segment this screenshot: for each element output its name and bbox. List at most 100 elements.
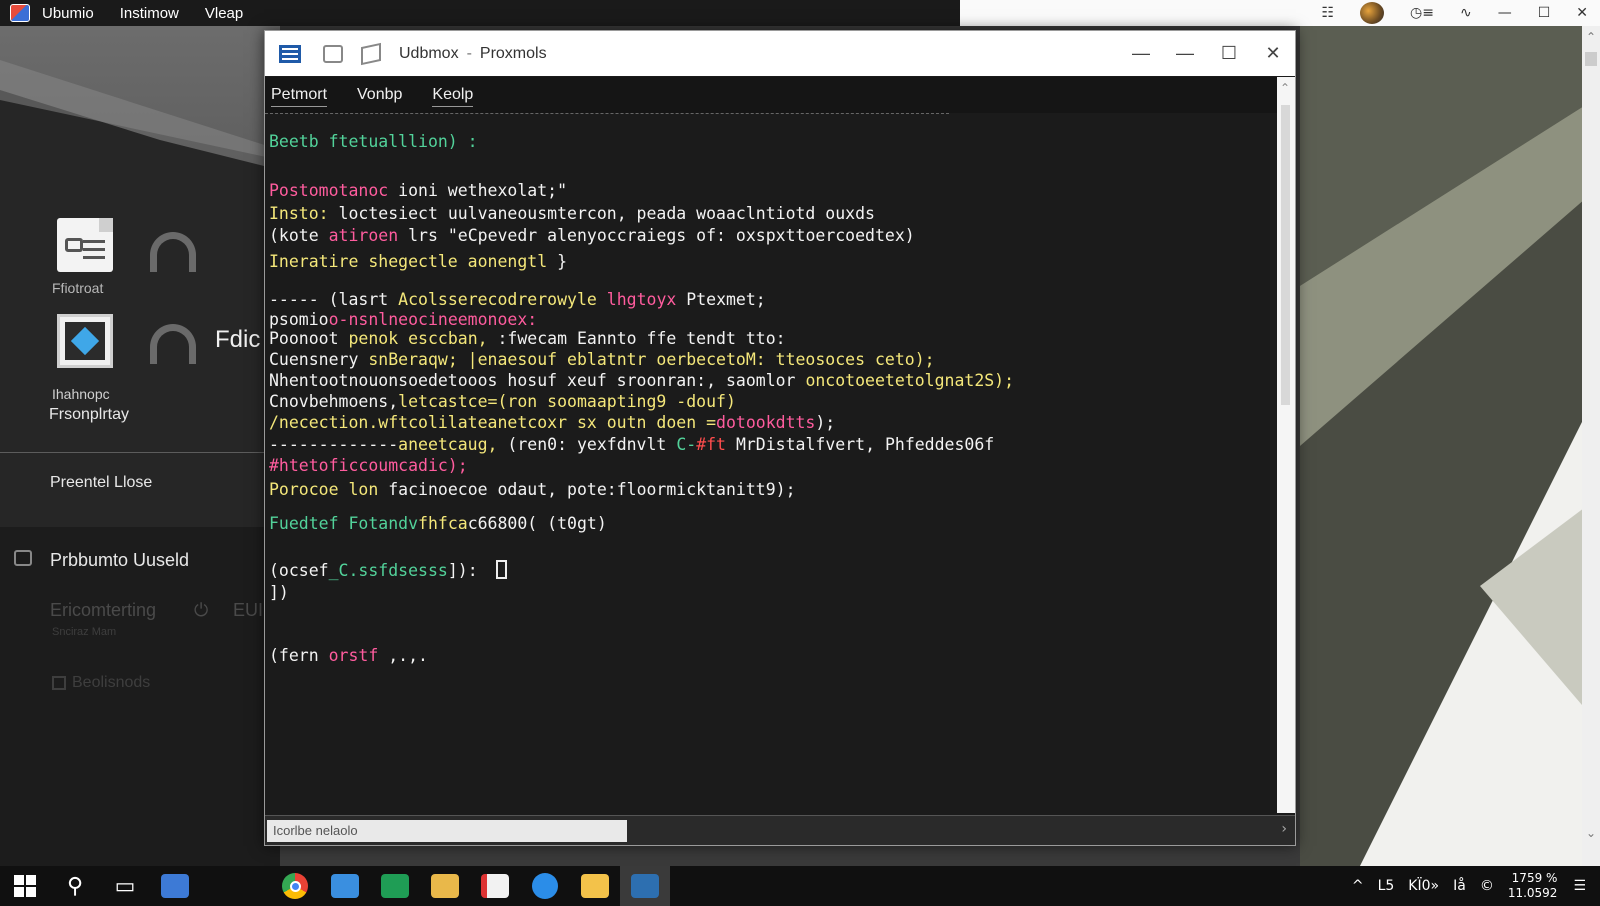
document-icon[interactable]: [470, 866, 520, 906]
clock[interactable]: 1759 % 11.0592: [1508, 871, 1558, 901]
window-subtitle: Proxmols: [479, 44, 547, 62]
avatar-icon[interactable]: [1360, 2, 1385, 24]
dim-checkbox[interactable]: [52, 676, 66, 690]
clock-time: 1759 %: [1511, 871, 1558, 885]
maximize-icon[interactable]: ☐: [1538, 5, 1551, 21]
terminal-text: }: [547, 252, 568, 271]
terminal-line: Porocoe lon facinoecoe odaut, pote:floor…: [269, 479, 796, 500]
terminal-text: ,.,.: [378, 646, 428, 665]
chrome-icon[interactable]: [270, 866, 320, 906]
sheets-icon[interactable]: [370, 866, 420, 906]
terminal-text: Ineratire shegectle aonengtl: [269, 252, 548, 271]
task-view-icon[interactable]: ▭: [100, 866, 150, 906]
window-controls: — — ☐ ✕: [1119, 31, 1295, 76]
scroll-thumb[interactable]: [1585, 52, 1597, 66]
terminal-text: -------------: [269, 435, 399, 454]
close-icon[interactable]: ✕: [1251, 43, 1295, 64]
terminal-line: Ineratire shegectle aonengtl }: [269, 251, 567, 272]
chevron-right-icon[interactable]: ›: [1281, 821, 1287, 837]
title-separator: -: [466, 44, 472, 62]
tray-network-icon[interactable]: L5: [1378, 878, 1395, 894]
desktop-icon-label: Frsonplrtay: [49, 406, 130, 423]
tray-volume-icon[interactable]: ©: [1480, 878, 1494, 894]
terminal-text: atiroen: [328, 226, 409, 245]
side-label: Fdic: [215, 326, 261, 353]
terminal-scrollbar[interactable]: ⌃: [1277, 77, 1295, 813]
start-icon[interactable]: [0, 866, 50, 906]
tray-battery-icon[interactable]: Iå: [1453, 878, 1466, 894]
top-menu-ubumio[interactable]: Ubumio: [42, 5, 94, 22]
scroll-down-icon[interactable]: ⌄: [1586, 826, 1596, 840]
terminal-text: Fuedtef Fotandv: [269, 514, 419, 533]
top-menu-instimow[interactable]: Instimow: [120, 5, 179, 22]
clock-settings-icon[interactable]: ◷≡: [1410, 5, 1434, 21]
section-title[interactable]: Prbbumto Uuseld: [50, 550, 189, 571]
terminal-text: fhfca: [418, 514, 468, 533]
search-icon[interactable]: ⚲: [50, 866, 100, 906]
document-desktop-icon[interactable]: [57, 218, 113, 272]
terminal-line: psomioo-nsnlneocineemonoex:: [269, 309, 537, 330]
menu-item-petmort[interactable]: Petmort: [271, 84, 328, 107]
clipboard-icon[interactable]: ☷: [1321, 5, 1334, 21]
app-logo-icon[interactable]: [10, 4, 30, 22]
terminal-text: ioni wethexolat;": [398, 181, 568, 200]
cube-icon[interactable]: [361, 42, 381, 65]
top-menu-vleap[interactable]: Vleap: [205, 5, 243, 22]
folder-icon[interactable]: [320, 866, 370, 906]
taskbar: ⚲ ▭ ^ L5 KÏ0» Iå © 1759 % 11.0592 ☰: [0, 866, 1600, 906]
hamburger-icon[interactable]: [279, 44, 301, 63]
desktop-scrollbar[interactable]: ⌃ ⌄: [1582, 26, 1600, 866]
tray-wifi-icon[interactable]: KÏ0»: [1408, 878, 1439, 894]
terminal-text: Ptexmet;: [686, 290, 766, 309]
terminal-text: (kote: [269, 226, 329, 245]
terminal-text: Acolsserecodrerowyle: [398, 290, 607, 309]
terminal-line: Nhentootnouonsoedetooos hosuf xeuf sroon…: [269, 370, 1014, 391]
status-field[interactable]: Icorlbe nelaolo: [267, 820, 627, 842]
headset-icon[interactable]: [150, 232, 196, 272]
terminal-text: _C.ssfdsesss: [328, 561, 448, 580]
clock-date: 11.0592: [1507, 886, 1558, 900]
messenger-icon[interactable]: [520, 866, 570, 906]
terminal-line: (kote atiroen lrs "eCpevedr alenyoccraie…: [269, 225, 915, 246]
cursor-block: [495, 560, 507, 579]
user-app-icon[interactable]: [150, 866, 200, 906]
close-icon[interactable]: ✕: [1576, 5, 1588, 21]
terminal-text: Cuensnery: [269, 350, 369, 369]
terminal-text: #ft: [696, 435, 736, 454]
terminal-line: ]): [269, 582, 289, 603]
scroll-thumb[interactable]: [1281, 105, 1290, 405]
notes-icon[interactable]: [570, 866, 620, 906]
terminal-app-icon[interactable]: [620, 866, 670, 906]
terminal-text: lhgtoyx: [606, 290, 687, 309]
terminal-output[interactable]: Beetb ftetualllion) : Postomotanoc ioni w…: [269, 127, 1273, 817]
minimize-icon[interactable]: —: [1498, 5, 1512, 21]
minimize-icon[interactable]: —: [1163, 43, 1207, 64]
app-desktop-icon[interactable]: [57, 314, 113, 368]
scroll-up-icon[interactable]: ⌃: [1280, 81, 1290, 95]
menu-item-keolp[interactable]: Keolp: [432, 84, 474, 107]
terminal-text: -----: [269, 290, 329, 309]
terminal-text: letcastce=(ron soomaapting9 -douf): [398, 392, 736, 411]
terminal-text: );: [815, 413, 836, 432]
headset-icon[interactable]: [150, 324, 196, 364]
panel-item[interactable]: Preentel Llose: [50, 474, 152, 492]
tray-chevron-icon[interactable]: ^: [1352, 878, 1364, 894]
scroll-up-icon[interactable]: ⌃: [1586, 30, 1596, 44]
pulse-icon[interactable]: ∿: [1460, 5, 1472, 21]
files-icon[interactable]: [420, 866, 470, 906]
power-icon: ⏻: [194, 600, 209, 620]
menu-item-vonbp[interactable]: Vonbp: [357, 84, 402, 106]
system-tray: ^ L5 KÏ0» Iå © 1759 % 11.0592 ☰: [1352, 866, 1600, 906]
terminal-text: o-nsnlneocineemonoex:: [328, 310, 538, 329]
collapse-icon[interactable]: —: [1119, 43, 1163, 64]
dim-subtext: Snciraz Mam: [52, 626, 117, 638]
folder-icon[interactable]: [323, 44, 343, 63]
top-menu-bar: Ubumio Instimow Vleap: [0, 0, 960, 26]
notification-icon[interactable]: ☰: [1573, 878, 1586, 894]
dim-item[interactable]: Ericomterting: [50, 600, 156, 621]
window-titlebar[interactable]: Udbmox - Proxmols — — ☐ ✕: [265, 31, 1295, 76]
maximize-icon[interactable]: ☐: [1207, 43, 1251, 64]
terminal-line: Insto: loctesiect uulvaneousmtercon, pea…: [269, 203, 875, 224]
terminal-text: Beetb ftetualllion) :: [269, 132, 478, 151]
divider: [0, 452, 280, 453]
